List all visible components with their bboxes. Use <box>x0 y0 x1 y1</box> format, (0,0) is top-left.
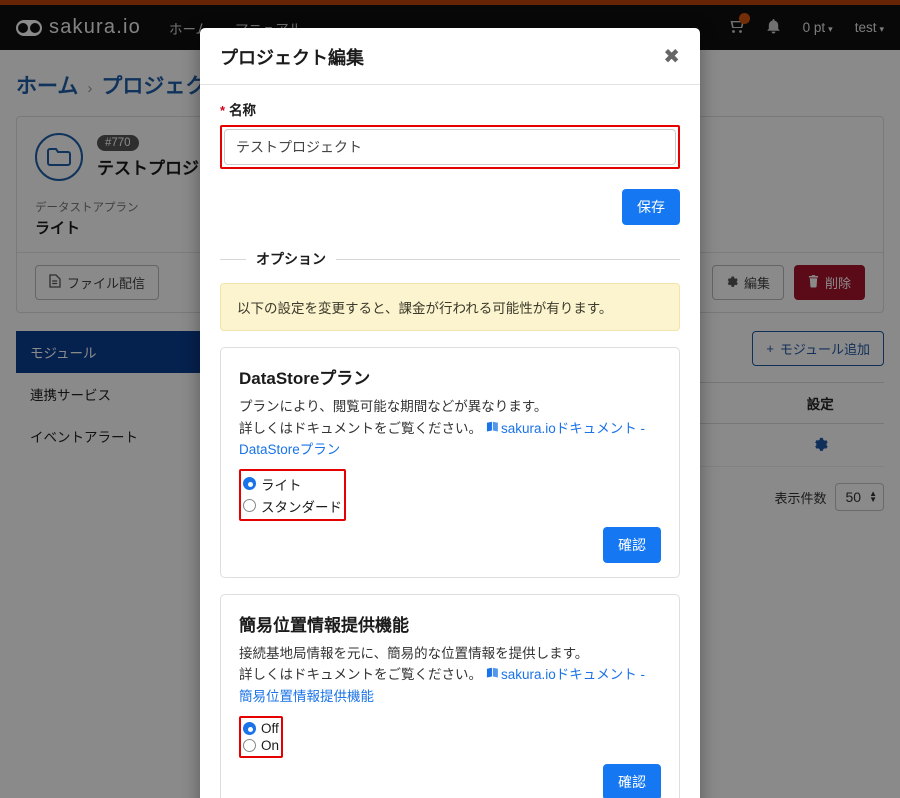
datastore-plan-card: DataStoreプラン プランにより、閲覧可能な期間などが異なります。 詳しく… <box>220 347 680 578</box>
datastore-plan-title: DataStoreプラン <box>239 369 371 388</box>
location-confirm-row: 確認 <box>239 763 661 798</box>
options-legend: オプション <box>220 249 680 269</box>
radio-option-on[interactable]: On <box>243 737 279 754</box>
billing-warning-banner: 以下の設定を変更すると、課金が行われる可能性が有ります。 <box>220 283 680 331</box>
datastore-confirm-row: 確認 <box>239 526 661 563</box>
close-icon[interactable]: ✖ <box>663 47 680 67</box>
simple-location-card: 簡易位置情報提供機能 接続基地局情報を元に、簡易的な位置情報を提供します。 詳し… <box>220 593 680 798</box>
legend-line-right <box>336 258 680 260</box>
book-icon <box>486 421 499 436</box>
radio-light-label: ライト <box>261 477 302 493</box>
datastore-plan-radio-group-highlight: ライト スタンダード <box>239 468 346 521</box>
location-desc-line1: 接続基地局情報を元に、簡易的な位置情報を提供します。 <box>239 645 589 661</box>
radio-standard-label: スタンダード <box>261 499 342 515</box>
book-icon <box>486 667 499 682</box>
simple-location-title: 簡易位置情報提供機能 <box>239 615 409 635</box>
app-root: sakura.io ホーム マニュアル <box>0 0 900 798</box>
radio-option-standard[interactable]: スタンダード <box>243 495 342 517</box>
name-label-text: 名称 <box>229 103 257 118</box>
radio-option-light[interactable]: ライト <box>243 473 342 495</box>
required-marker: * <box>220 103 226 118</box>
radio-off-label: Off <box>261 720 279 736</box>
modal-body: * 名称 保存 オプション 以下の設定を変更すると、課金が行われる可能性が有りま… <box>200 85 700 798</box>
datastore-desc-line2: 詳しくはドキュメントをご覧ください。 <box>239 420 482 436</box>
modal-header: プロジェクト編集 ✖ <box>200 28 700 85</box>
modal-title: プロジェクト編集 <box>220 48 364 68</box>
location-radio-group-highlight: Off On <box>239 715 284 758</box>
datastore-desc-line1: プランにより、閲覧可能な期間などが異なります。 <box>239 399 548 414</box>
simple-location-description: 接続基地局情報を元に、簡易的な位置情報を提供します。 詳しくはドキュメントをご覧… <box>239 643 661 708</box>
edit-project-modal: プロジェクト編集 ✖ * 名称 保存 オプション 以下の設定を変更すると、課金が… <box>200 28 700 798</box>
datastore-confirm-button[interactable]: 確認 <box>603 526 661 563</box>
radio-on-label: On <box>261 737 280 753</box>
radio-option-off[interactable]: Off <box>243 720 279 737</box>
radio-off-indicator[interactable] <box>243 721 256 735</box>
radio-light-indicator[interactable] <box>243 477 256 491</box>
location-confirm-button[interactable]: 確認 <box>603 763 661 798</box>
location-desc-line2: 詳しくはドキュメントをご覧ください。 <box>239 667 482 683</box>
datastore-plan-description: プランにより、閲覧可能な期間などが異なります。 詳しくはドキュメントをご覧くださ… <box>239 396 661 461</box>
options-legend-text: オプション <box>256 251 326 267</box>
name-field-label: * 名称 <box>220 99 680 119</box>
save-row: 保存 <box>220 189 680 225</box>
radio-standard-indicator[interactable] <box>243 499 256 513</box>
save-button[interactable]: 保存 <box>622 189 680 225</box>
radio-on-indicator[interactable] <box>243 738 256 752</box>
legend-line-left <box>220 258 246 260</box>
project-name-input[interactable] <box>224 129 676 165</box>
name-input-highlight <box>220 125 680 169</box>
